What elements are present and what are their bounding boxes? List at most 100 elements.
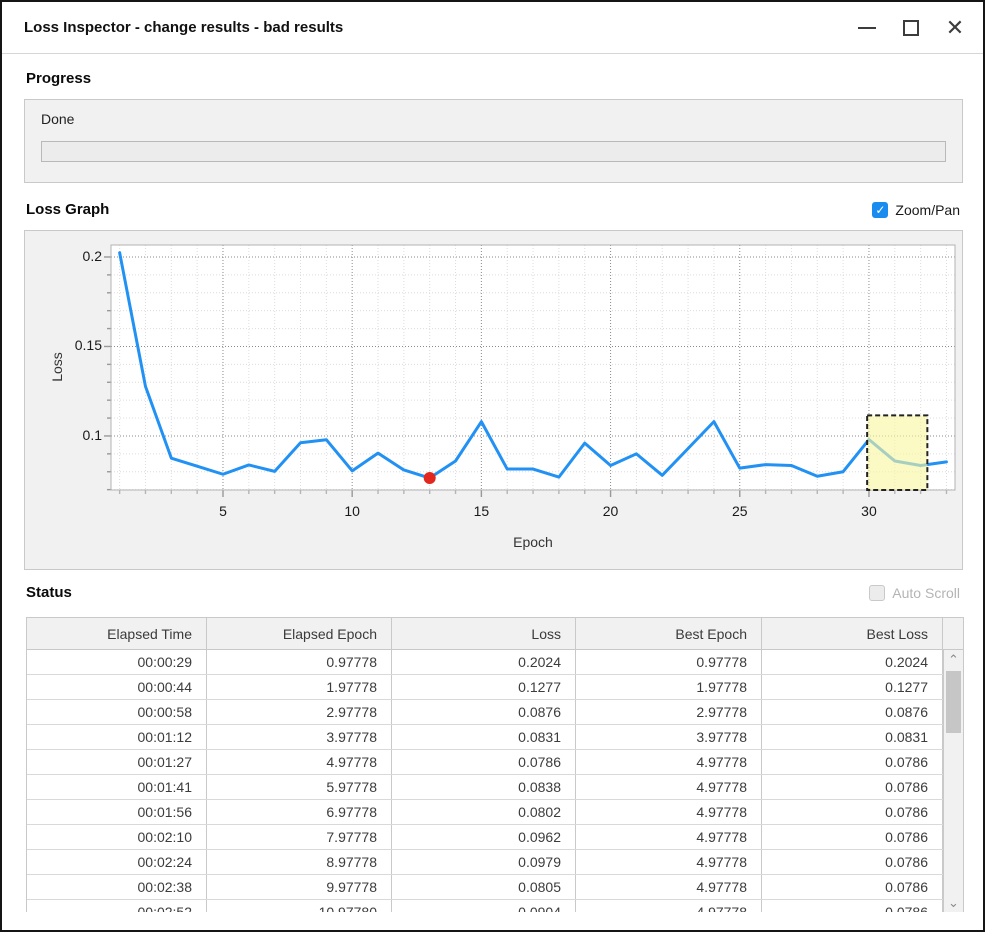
- y-tick-label: 0.15: [56, 337, 102, 353]
- table-cell: 0.2024: [392, 650, 576, 674]
- y-tick-label: 0.1: [56, 427, 102, 443]
- table-cell: 4.97778: [207, 750, 392, 774]
- table-cell: 0.0802: [392, 800, 576, 824]
- table-row[interactable]: 00:02:107.977780.09624.977780.0786: [27, 825, 963, 850]
- table-row[interactable]: 00:01:123.977780.08313.977780.0831: [27, 725, 963, 750]
- zoom-pan-label: Zoom/Pan: [895, 202, 960, 218]
- progress-status-label: Done: [41, 111, 74, 127]
- table-cell: 3.97778: [207, 725, 392, 749]
- loss-graph-group: Loss 0.10.150.251015202530 Epoch: [24, 230, 963, 570]
- table-row[interactable]: 00:01:566.977780.08024.977780.0786: [27, 800, 963, 825]
- scroll-down-button[interactable]: ⌄: [944, 893, 963, 912]
- column-header: Best Loss: [762, 618, 943, 649]
- table-cell: 7.97778: [207, 825, 392, 849]
- table-cell: 00:02:52: [27, 900, 207, 912]
- y-tick-label: 0.2: [56, 248, 102, 264]
- table-cell: 0.97778: [207, 650, 392, 674]
- table-cell: 0.0831: [762, 725, 943, 749]
- table-cell: 4.97778: [576, 750, 762, 774]
- table-cell: 0.0805: [392, 875, 576, 899]
- table-cell: 0.0786: [762, 800, 943, 824]
- table-cell: 5.97778: [207, 775, 392, 799]
- scroll-up-button[interactable]: ⌃: [944, 650, 963, 670]
- table-cell: 4.97778: [576, 850, 762, 874]
- x-axis-title: Epoch: [111, 534, 955, 550]
- window-title: Loss Inspector - change results - bad re…: [24, 19, 343, 36]
- x-tick-label: 15: [461, 503, 501, 519]
- table-cell: 10.97780: [207, 900, 392, 912]
- check-icon: ✓: [875, 203, 885, 217]
- progress-group: Done: [24, 99, 963, 183]
- table-cell: 00:01:56: [27, 800, 207, 824]
- table-cell: 00:01:41: [27, 775, 207, 799]
- loss-chart-plot[interactable]: [111, 245, 955, 498]
- auto-scroll-control[interactable]: Auto Scroll: [869, 585, 960, 601]
- table-cell: 4.97778: [576, 800, 762, 824]
- table-cell: 0.0831: [392, 725, 576, 749]
- zoom-pan-checkbox[interactable]: ✓: [872, 202, 888, 218]
- table-cell: 0.0786: [762, 900, 943, 912]
- maximize-button[interactable]: [893, 10, 929, 46]
- table-header-row: Elapsed TimeElapsed EpochLossBest EpochB…: [27, 618, 963, 650]
- column-header: Loss: [392, 618, 576, 649]
- table-row[interactable]: 00:00:582.977780.08762.977780.0876: [27, 700, 963, 725]
- table-row[interactable]: 00:02:5210.977800.09044.977780.0786: [27, 900, 963, 912]
- table-cell: 00:00:44: [27, 675, 207, 699]
- table-cell: 1.97778: [576, 675, 762, 699]
- column-header-spacer: [943, 618, 963, 649]
- status-section-title: Status: [26, 584, 72, 601]
- close-button[interactable]: ✕: [937, 10, 973, 46]
- table-cell: 4.97778: [576, 875, 762, 899]
- table-cell: 6.97778: [207, 800, 392, 824]
- table-cell: 00:00:29: [27, 650, 207, 674]
- column-header: Best Epoch: [576, 618, 762, 649]
- auto-scroll-label: Auto Scroll: [892, 585, 960, 601]
- progress-bar: [41, 141, 946, 162]
- table-cell: 1.97778: [207, 675, 392, 699]
- table-cell: 8.97778: [207, 850, 392, 874]
- table-cell: 00:02:10: [27, 825, 207, 849]
- table-scrollbar[interactable]: ⌃ ⌄: [943, 650, 963, 912]
- scrollbar-thumb[interactable]: [946, 671, 961, 733]
- table-body: 00:00:290.977780.20240.977780.202400:00:…: [27, 650, 963, 912]
- minimize-button[interactable]: [849, 10, 885, 46]
- title-bar: Loss Inspector - change results - bad re…: [2, 2, 983, 54]
- table-cell: 4.97778: [576, 900, 762, 912]
- x-tick-label: 30: [849, 503, 889, 519]
- zoom-pan-control[interactable]: ✓ Zoom/Pan: [872, 202, 960, 218]
- table-cell: 00:00:58: [27, 700, 207, 724]
- table-cell: 3.97778: [576, 725, 762, 749]
- window-controls: ✕: [849, 2, 973, 54]
- table-cell: 2.97778: [207, 700, 392, 724]
- progress-section-title: Progress: [26, 70, 91, 87]
- table-row[interactable]: 00:01:274.977780.07864.977780.0786: [27, 750, 963, 775]
- table-cell: 4.97778: [576, 775, 762, 799]
- x-tick-label: 20: [591, 503, 631, 519]
- table-row[interactable]: 00:00:290.977780.20240.977780.2024: [27, 650, 963, 675]
- table-cell: 00:02:38: [27, 875, 207, 899]
- table-cell: 00:01:12: [27, 725, 207, 749]
- x-tick-label: 25: [720, 503, 760, 519]
- auto-scroll-checkbox[interactable]: [869, 585, 885, 601]
- table-cell: 0.0786: [762, 775, 943, 799]
- table-cell: 0.0838: [392, 775, 576, 799]
- maximize-icon: [903, 20, 919, 36]
- table-cell: 9.97778: [207, 875, 392, 899]
- loss-graph-section-title: Loss Graph: [26, 201, 109, 218]
- table-row[interactable]: 00:01:415.977780.08384.977780.0786: [27, 775, 963, 800]
- table-cell: 0.1277: [392, 675, 576, 699]
- close-icon: ✕: [946, 15, 964, 41]
- table-row[interactable]: 00:02:248.977780.09794.977780.0786: [27, 850, 963, 875]
- x-tick-label: 5: [203, 503, 243, 519]
- table-cell: 2.97778: [576, 700, 762, 724]
- table-cell: 0.1277: [762, 675, 943, 699]
- table-row[interactable]: 00:02:389.977780.08054.977780.0786: [27, 875, 963, 900]
- table-cell: 0.0786: [762, 875, 943, 899]
- table-cell: 4.97778: [576, 825, 762, 849]
- table-cell: 0.0786: [762, 825, 943, 849]
- table-row[interactable]: 00:00:441.977780.12771.977780.1277: [27, 675, 963, 700]
- table-cell: 0.0904: [392, 900, 576, 912]
- app-window: Loss Inspector - change results - bad re…: [0, 0, 985, 932]
- table-cell: 0.97778: [576, 650, 762, 674]
- table-cell: 0.0876: [762, 700, 943, 724]
